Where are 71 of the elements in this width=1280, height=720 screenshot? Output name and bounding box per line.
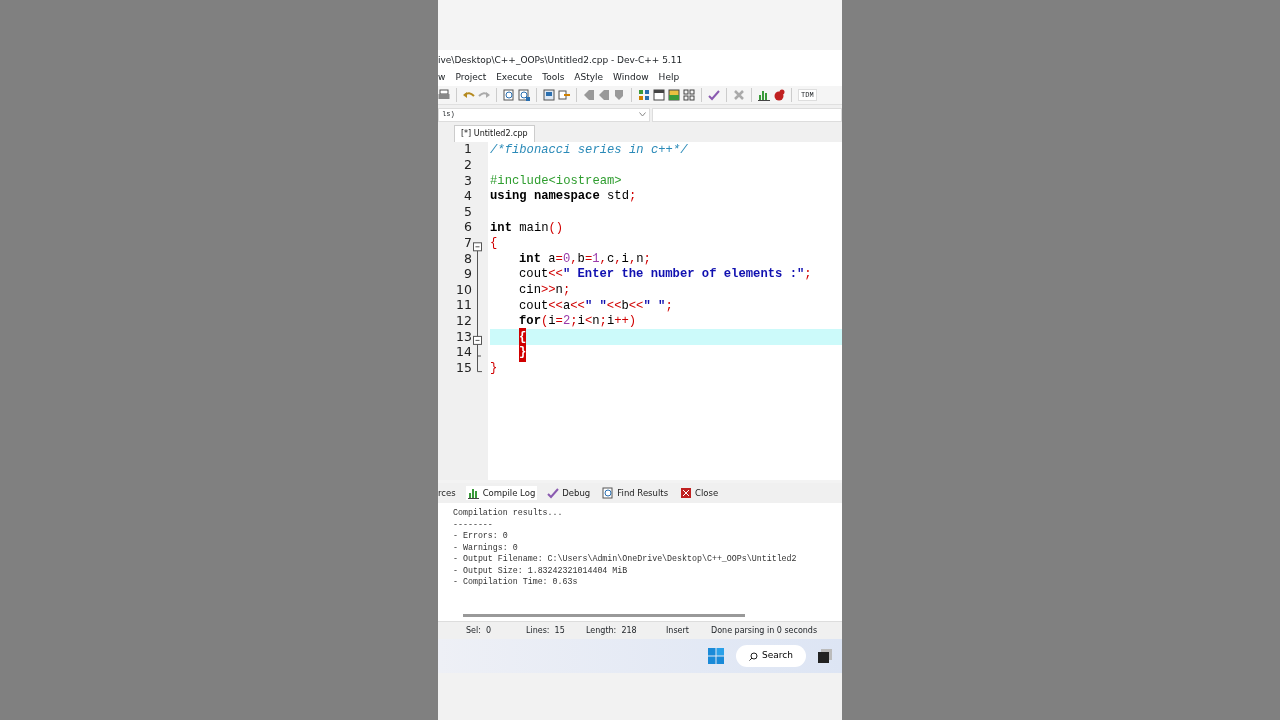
scrollbar-thumb[interactable] — [463, 613, 745, 617]
code-line: cin>>n; — [518, 282, 572, 298]
log-line: Compilation results... — [453, 507, 564, 519]
find-icon[interactable] — [503, 89, 515, 101]
code-line: cout<<a<<" "<<b<<" "; — [518, 297, 674, 314]
undo-icon[interactable] — [463, 89, 475, 101]
code-line: } — [490, 360, 499, 376]
code-line: int a=0,b=1,c,i,n; — [518, 251, 652, 267]
line-number: 1 — [463, 140, 472, 159]
menu-item[interactable]: Project — [455, 71, 487, 85]
bookmark-icon[interactable] — [598, 89, 610, 101]
menu-item[interactable]: AStyle — [574, 71, 604, 85]
search-button[interactable]: Search — [736, 645, 806, 667]
log-line: - Errors: 0 — [453, 530, 509, 542]
close-icon — [680, 487, 693, 499]
menu-item[interactable]: Help — [658, 71, 680, 85]
line-number: 3 — [463, 171, 472, 190]
status-text: Lines: 15 — [526, 624, 566, 637]
menu-item[interactable]: Window — [613, 71, 649, 85]
chart-icon[interactable] — [758, 89, 770, 101]
replace-icon[interactable] — [518, 89, 530, 101]
panel-tab[interactable]: Compile Log — [465, 485, 538, 501]
menu-item[interactable]: w — [438, 71, 446, 85]
redo-icon[interactable] — [478, 89, 490, 101]
code-line: #include<iostream> — [490, 173, 623, 189]
search-icon — [749, 651, 759, 661]
bug-icon[interactable] — [773, 89, 785, 101]
window-title: ive\Desktop\C++_OOPs\Untitled2.cpp - Dev-C++ 5.11 — [438, 55, 683, 65]
status-text: Sel: 0 — [466, 624, 493, 637]
indent-icon[interactable] — [558, 89, 570, 101]
code-line: cout<<" Enter the number of elements :"; — [518, 266, 813, 283]
find-icon — [602, 487, 615, 499]
code-line: using namespace std; — [490, 188, 638, 205]
log-line: - Compilation Time: 0.63s — [453, 576, 579, 588]
shield-icon[interactable] — [613, 89, 625, 101]
window-icon[interactable] — [543, 89, 555, 101]
status-text: Length: 218 — [586, 624, 638, 637]
menu-item[interactable]: Tools — [542, 71, 565, 85]
close-icon[interactable] — [733, 89, 745, 101]
app-window-icon[interactable] — [818, 649, 832, 663]
code-line: int main() — [490, 219, 565, 236]
code-line: { — [490, 235, 499, 252]
check-icon — [547, 487, 560, 499]
panel-tab[interactable]: rces — [438, 485, 458, 501]
menu-item[interactable]: Execute — [496, 71, 533, 85]
log-line: - Warnings: 0 — [453, 541, 519, 553]
file-tab[interactable]: [*] Untitled2.cpp — [454, 125, 535, 142]
status-text: Insert — [666, 624, 690, 637]
bookmark-icon[interactable] — [583, 89, 595, 101]
log-line: - Output Filename: C:\Users\Admin\OneDrive\Desktop\C++_OOPs\Untitled2 — [453, 553, 798, 565]
chart-icon — [467, 487, 480, 499]
grid-icon[interactable] — [638, 89, 650, 101]
status-text: Done parsing in 0 seconds — [711, 624, 818, 637]
log-line: - Output Size: 1.83242321014404 MiB — [453, 564, 629, 576]
line-number: 8 — [463, 249, 472, 268]
panel-tab[interactable]: Debug — [545, 485, 593, 501]
line-number: 13 — [455, 327, 472, 346]
panel-tab[interactable]: Find Results — [600, 485, 671, 501]
line-number: 7 — [463, 234, 472, 252]
panel-tab[interactable]: Close — [678, 485, 721, 501]
print-icon[interactable] — [438, 89, 450, 101]
chevron-down-icon[interactable] — [639, 112, 646, 117]
grid-icon[interactable] — [683, 89, 695, 101]
window-icon[interactable] — [653, 89, 665, 101]
code-line: for(i=2;i<n;i++) — [518, 313, 638, 330]
line-number: 6 — [463, 218, 472, 237]
log-line: -------- — [453, 518, 494, 530]
code-line: /*fibonacci series in c++*/ — [490, 142, 689, 158]
check-icon[interactable] — [708, 89, 720, 101]
line-number: 2 — [463, 156, 472, 174]
fold-margin-drawing[interactable] — [472, 239, 483, 374]
